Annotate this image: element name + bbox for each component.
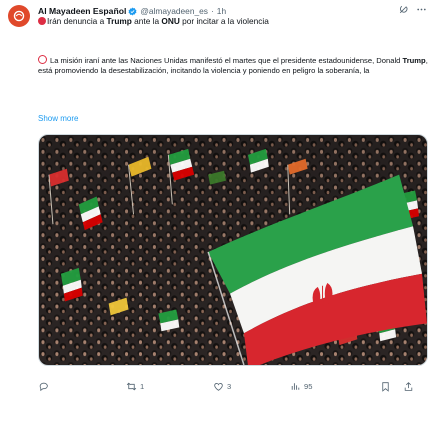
show-more-link[interactable]: Show more bbox=[38, 114, 78, 123]
headline-text: por incitar a la violencia bbox=[179, 16, 269, 26]
reply-icon bbox=[39, 382, 48, 391]
red-circle-icon bbox=[38, 17, 46, 25]
header-actions bbox=[398, 4, 427, 15]
body-text: La misión iraní ante las Naciones Unidas… bbox=[50, 56, 403, 65]
like-button[interactable]: 3 bbox=[213, 376, 231, 396]
tweet-image[interactable] bbox=[38, 134, 428, 366]
more-icon[interactable] bbox=[416, 4, 427, 15]
crowd-with-iranian-flag-image bbox=[39, 135, 427, 365]
bookmark-icon bbox=[382, 381, 389, 392]
views-button[interactable]: 95 bbox=[290, 376, 312, 396]
tweet[interactable]: Al Mayadeen Español @almayadeen_es · 1h bbox=[0, 0, 437, 429]
bookmark-button[interactable] bbox=[380, 376, 391, 396]
heart-icon bbox=[214, 382, 223, 391]
like-count: 3 bbox=[227, 381, 232, 391]
retweet-button[interactable]: 1 bbox=[126, 376, 144, 396]
al-mayadeen-logo-icon bbox=[13, 10, 25, 22]
headline-text: Irán denuncia a bbox=[47, 16, 107, 26]
share-button[interactable] bbox=[403, 376, 414, 396]
views-count: 95 bbox=[304, 381, 313, 391]
avatar[interactable] bbox=[8, 5, 30, 27]
separator-dot: · bbox=[211, 6, 214, 16]
verified-badge-icon[interactable] bbox=[128, 6, 137, 16]
grok-icon[interactable] bbox=[398, 4, 409, 15]
red-outline-circle-icon bbox=[38, 55, 47, 64]
tweet-time[interactable]: 1h bbox=[217, 6, 226, 16]
views-icon bbox=[291, 382, 300, 390]
tweet-actions: 1 3 95 bbox=[38, 376, 428, 396]
tweet-headline: Irán denuncia a Trump ante la ONU por in… bbox=[38, 16, 427, 27]
author-name[interactable]: Al Mayadeen Español bbox=[38, 6, 126, 16]
retweet-count: 1 bbox=[140, 381, 145, 391]
retweet-icon bbox=[126, 382, 137, 390]
share-icon bbox=[404, 381, 413, 391]
body-bold-trump: Trump bbox=[402, 56, 426, 65]
tweet-body: La misión iraní ante las Naciones Unidas… bbox=[38, 55, 428, 76]
headline-text: ante la bbox=[131, 16, 162, 26]
reply-button[interactable] bbox=[38, 376, 52, 396]
author-handle[interactable]: @almayadeen_es bbox=[140, 6, 208, 16]
headline-bold-onu: ONU bbox=[161, 16, 180, 26]
headline-bold-trump: Trump bbox=[106, 16, 132, 26]
